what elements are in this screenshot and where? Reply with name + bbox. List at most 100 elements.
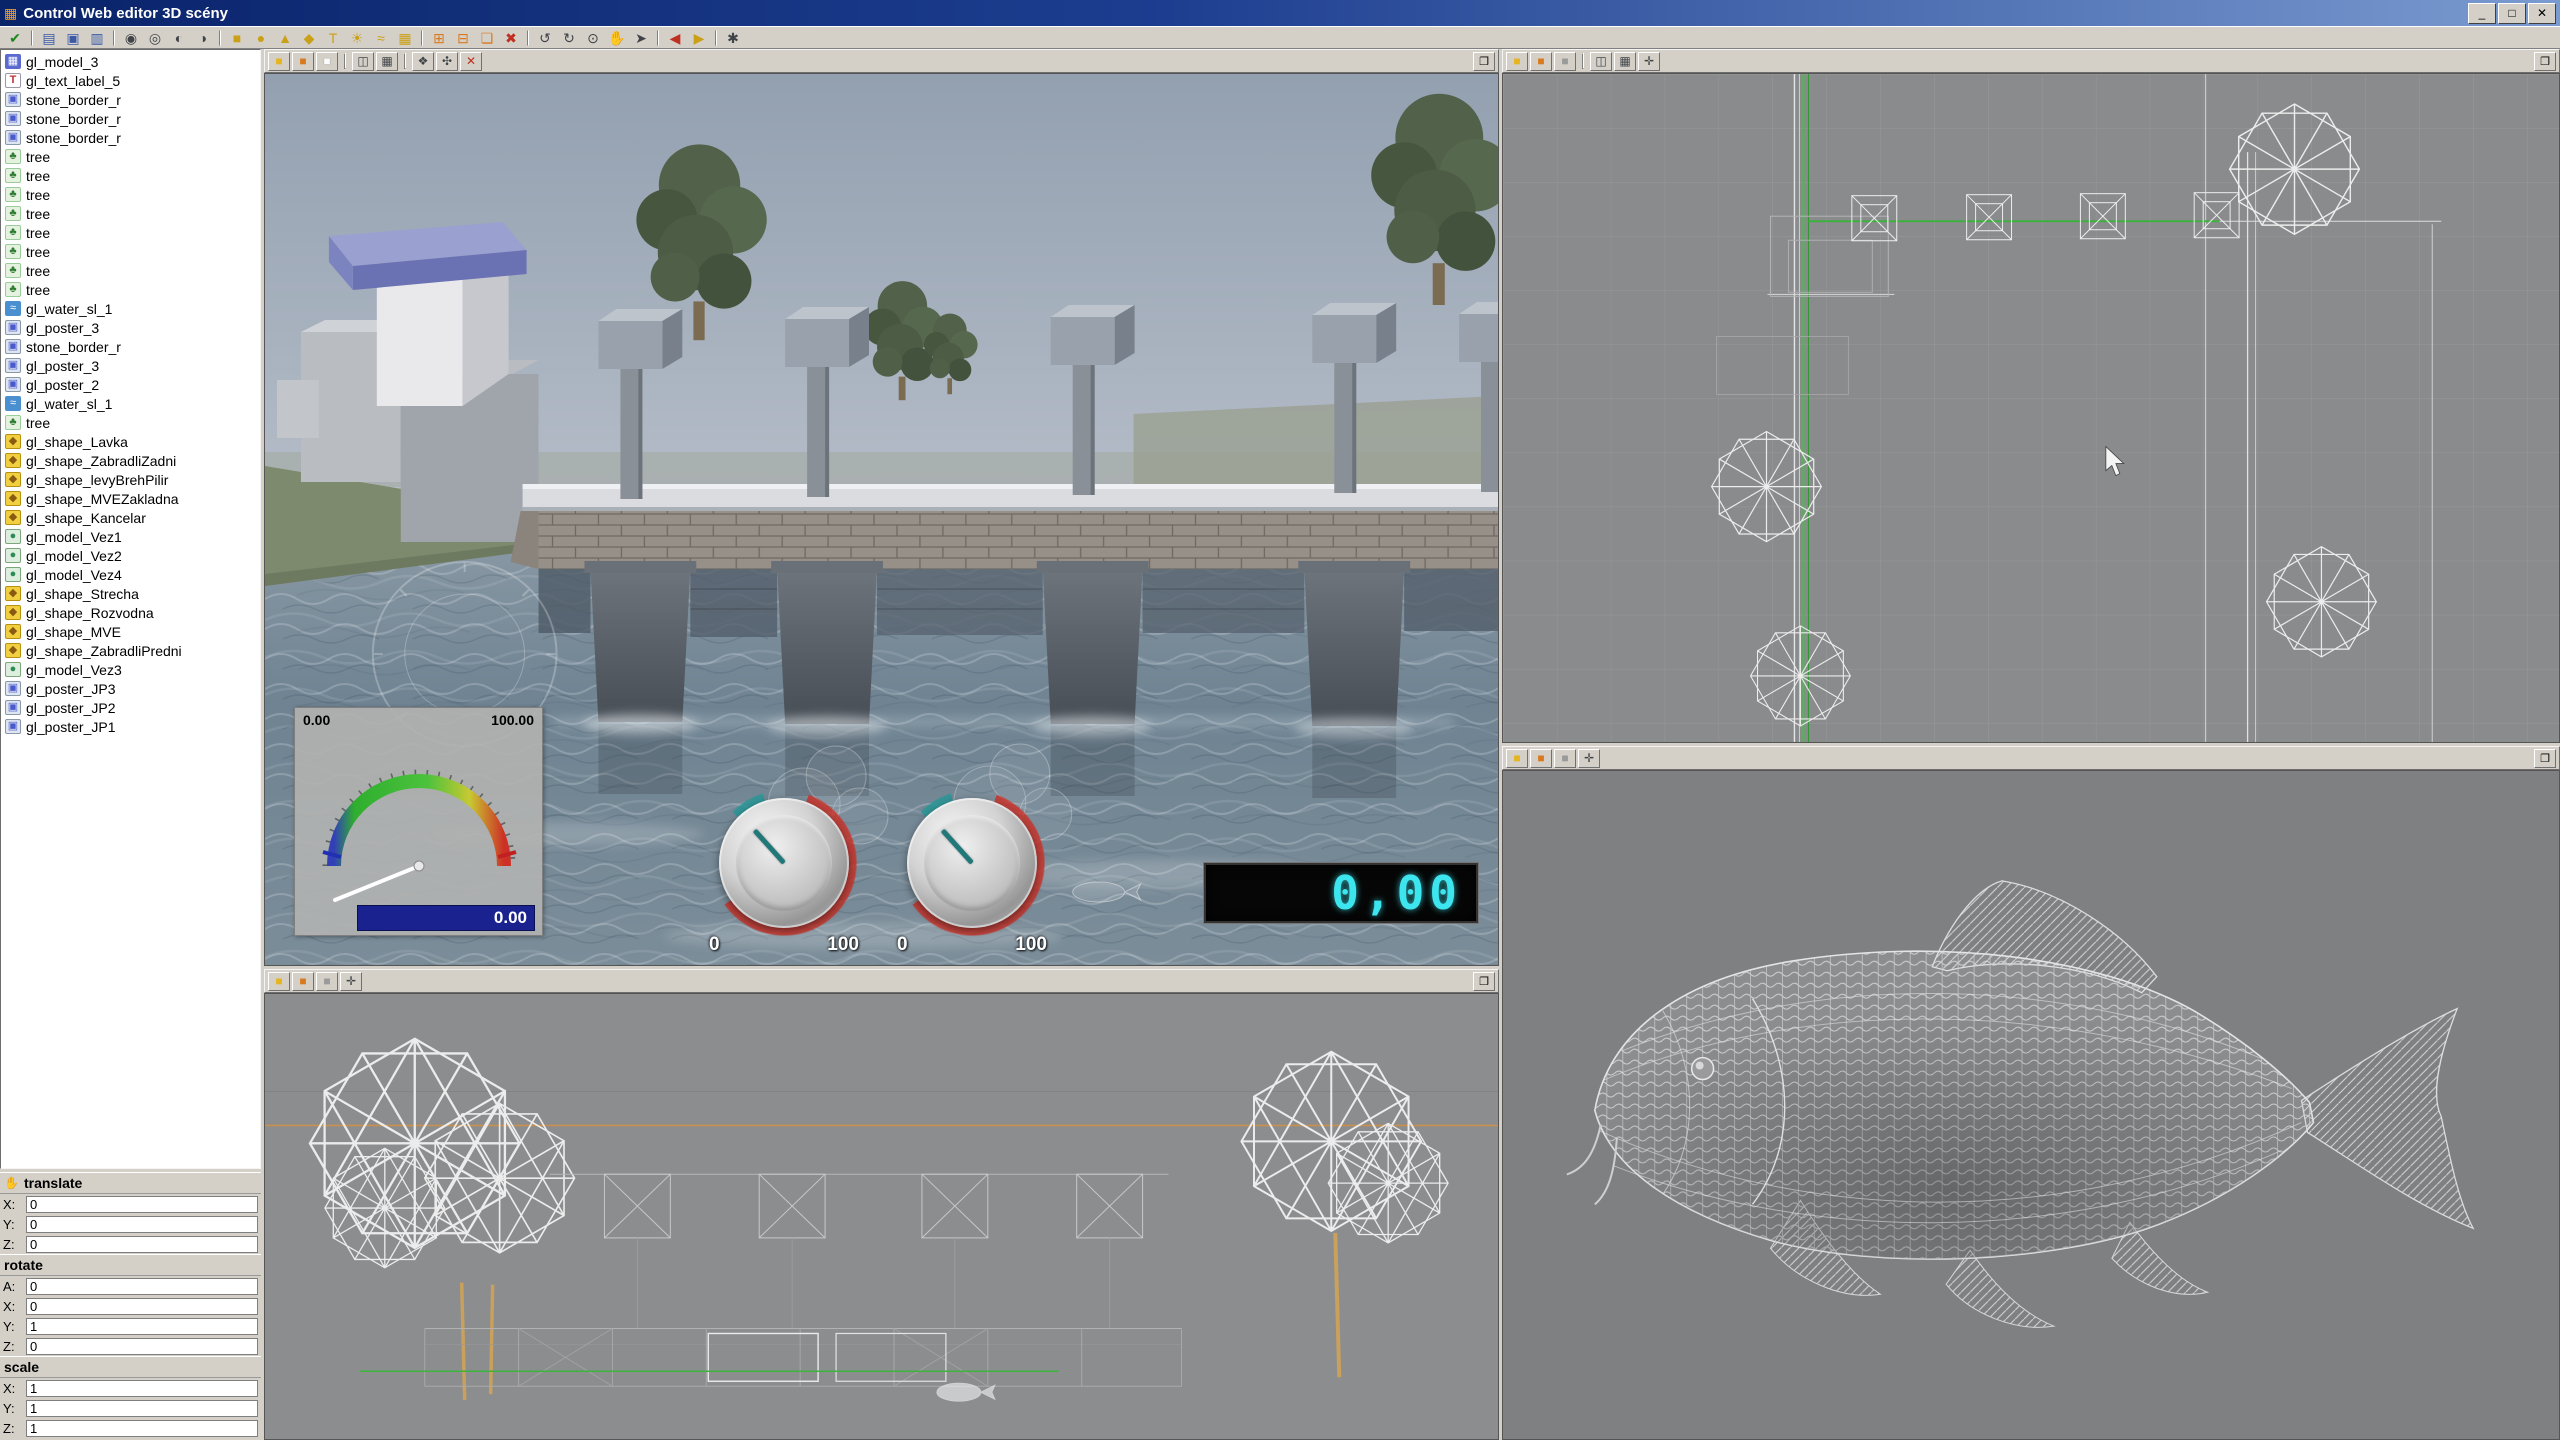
viewport-maximize-button[interactable]: ❐ [2534,749,2556,768]
tree-item[interactable]: gl_poster_JP3 [1,679,260,698]
tree-item[interactable]: tree [1,185,260,204]
tree-item[interactable]: gl_poster_2 [1,375,260,394]
flat-mode-button[interactable]: ■ [316,52,338,71]
tree-item[interactable]: stone_border_r [1,128,260,147]
redo-button[interactable]: ▶ [687,27,711,48]
apply-button[interactable]: ✔ [3,27,27,48]
model-canvas[interactable] [1502,770,2560,1440]
ungroup-button[interactable]: ⊟ [451,27,475,48]
tree-item[interactable]: tree [1,166,260,185]
unlink-button[interactable]: ✕ [460,52,482,71]
grid-view-button[interactable]: ▦ [376,52,398,71]
tree-item[interactable]: gl_shape_MVE [1,622,260,641]
tree-item[interactable]: tree [1,242,260,261]
add-text-button[interactable]: T [321,27,345,48]
add-shape-button[interactable]: ◆ [297,27,321,48]
tree-item[interactable]: tree [1,223,260,242]
tree-item[interactable]: gl_shape_MVEZakladna [1,489,260,508]
tree-item[interactable]: gl_shape_Kancelar [1,508,260,527]
rotate-y-input[interactable] [26,1318,258,1335]
wireframe-mode-button[interactable]: ■ [292,52,314,71]
maximize-button[interactable]: □ [2498,3,2526,24]
tree-item[interactable]: gl_shape_Lavka [1,432,260,451]
perspective-canvas[interactable]: 0.00 100.00 [264,73,1499,966]
top-canvas[interactable] [1502,73,2560,743]
rotate-z-input[interactable] [26,1338,258,1355]
translate-z-input[interactable] [26,1236,258,1253]
tree-item[interactable]: gl_model_3 [1,52,260,71]
front-canvas[interactable] [264,993,1499,1440]
flat-mode-button[interactable]: ■ [1554,52,1576,71]
select-button[interactable]: ➤ [629,27,653,48]
add-box-button[interactable]: ■ [225,27,249,48]
print-button[interactable]: ▥ [85,27,109,48]
control-knob-1[interactable]: 0 100 [719,798,849,928]
tree-item[interactable]: gl_poster_3 [1,356,260,375]
minimize-button[interactable]: _ [2468,3,2496,24]
tree-item[interactable]: gl_text_label_5 [1,71,260,90]
delete-button[interactable]: ✖ [499,27,523,48]
tree-item[interactable]: tree [1,204,260,223]
tree-item[interactable]: gl_shape_ZabradliZadni [1,451,260,470]
duplicate-button[interactable]: ❏ [475,27,499,48]
tree-item[interactable]: gl_model_Vez3 [1,660,260,679]
undo-button[interactable]: ◀ [663,27,687,48]
tree-item[interactable]: gl_model_Vez1 [1,527,260,546]
add-cone-button[interactable]: ▲ [273,27,297,48]
translate-y-input[interactable] [26,1216,258,1233]
viewport-maximize-button[interactable]: ❐ [1473,972,1495,991]
link-camera-button[interactable]: ✣ [436,52,458,71]
add-water-button[interactable]: ≈ [369,27,393,48]
close-button[interactable]: ✕ [2528,3,2556,24]
orbit-ccw-button[interactable]: ↺ [533,27,557,48]
add-sphere-button[interactable]: ● [249,27,273,48]
tree-item[interactable]: gl_shape_Rozvodna [1,603,260,622]
translate-x-input[interactable] [26,1196,258,1213]
tree-item[interactable]: gl_poster_JP2 [1,698,260,717]
tree-item[interactable]: tree [1,147,260,166]
render-mode-button[interactable]: ■ [268,972,290,991]
camera-view-button[interactable]: ◎ [143,27,167,48]
camera-add-button[interactable]: ◉ [119,27,143,48]
split-view-button[interactable]: ◫ [1590,52,1612,71]
rotate-a-input[interactable] [26,1278,258,1295]
flat-mode-button[interactable]: ■ [1554,749,1576,768]
pan-view-button[interactable]: ✛ [340,972,362,991]
tree-item[interactable]: tree [1,280,260,299]
flat-mode-button[interactable]: ■ [316,972,338,991]
tree-item[interactable]: gl_water_sl_1 [1,394,260,413]
tree-item[interactable]: gl_poster_JP1 [1,717,260,736]
add-model-button[interactable]: ▦ [393,27,417,48]
tree-item[interactable]: tree [1,413,260,432]
pan-button[interactable]: ✋ [605,27,629,48]
tree-item[interactable]: stone_border_r [1,337,260,356]
tree-item[interactable]: gl_shape_levyBrehPilir [1,470,260,489]
settings-button[interactable]: ✱ [721,27,745,48]
rotate-x-input[interactable] [26,1298,258,1315]
split-view-button[interactable]: ◫ [352,52,374,71]
viewport-maximize-button[interactable]: ❐ [1473,52,1495,71]
scene-list-button[interactable]: ▤ [37,27,61,48]
group-button[interactable]: ⊞ [427,27,451,48]
pan-view-button[interactable]: ✛ [1638,52,1660,71]
tree-item[interactable]: gl_model_Vez4 [1,565,260,584]
render-mode-button[interactable]: ■ [1506,52,1528,71]
tree-item[interactable]: gl_model_Vez2 [1,546,260,565]
tree-item[interactable]: gl_shape_Strecha [1,584,260,603]
tree-item[interactable]: stone_border_r [1,90,260,109]
tree-item[interactable]: stone_border_r [1,109,260,128]
zoom-button[interactable]: ⊙ [581,27,605,48]
scale-x-input[interactable] [26,1380,258,1397]
save-scene-button[interactable]: ▣ [61,27,85,48]
orbit-cw-button[interactable]: ↻ [557,27,581,48]
render-mode-button[interactable]: ■ [268,52,290,71]
link-views-button[interactable]: ❖ [412,52,434,71]
wireframe-mode-button[interactable]: ■ [1530,749,1552,768]
camera-next-button[interactable]: ◑ [191,27,215,48]
grid-view-button[interactable]: ▦ [1614,52,1636,71]
tree-item[interactable]: gl_water_sl_1 [1,299,260,318]
wireframe-mode-button[interactable]: ■ [1530,52,1552,71]
control-knob-2[interactable]: 0 100 [907,798,1037,928]
tree-item[interactable]: gl_poster_3 [1,318,260,337]
add-light-button[interactable]: ☀ [345,27,369,48]
